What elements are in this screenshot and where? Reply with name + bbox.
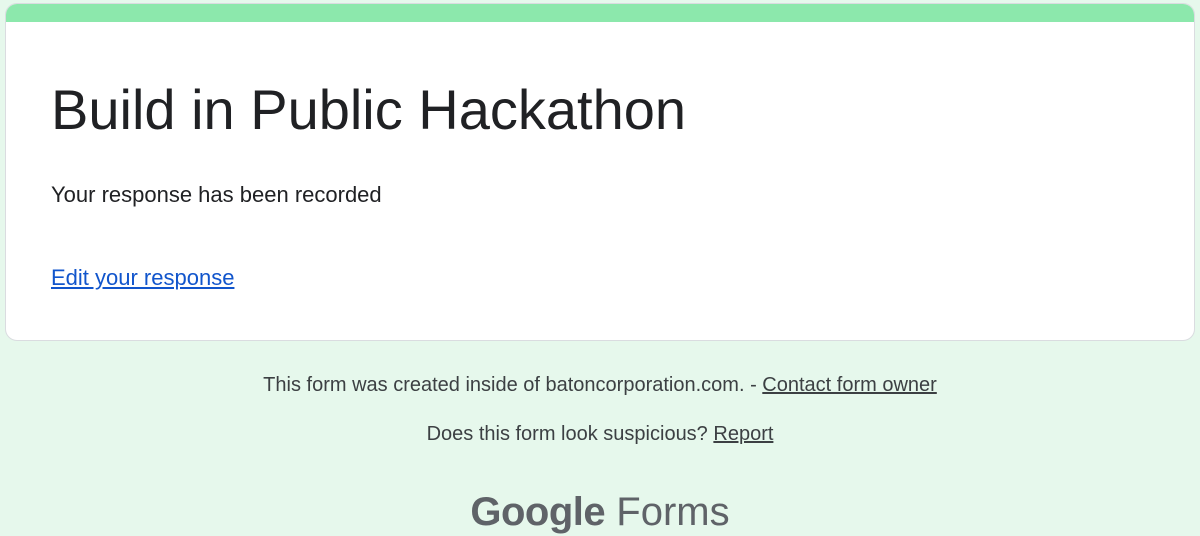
- logo-forms-text: Forms: [616, 490, 730, 534]
- report-link[interactable]: Report: [713, 423, 773, 445]
- form-card: Build in Public Hackathon Your response …: [5, 3, 1195, 341]
- google-forms-logo[interactable]: Google Forms: [0, 488, 1200, 536]
- logo-google-text: Google: [470, 490, 606, 534]
- suspicious-notice: Does this form look suspicious? Report: [0, 420, 1200, 448]
- suspicious-text: Does this form look suspicious?: [426, 423, 714, 445]
- form-title: Build in Public Hackathon: [51, 78, 687, 141]
- created-inside-text: This form was created inside of batoncor…: [263, 374, 763, 396]
- created-inside-notice: This form was created inside of batoncor…: [0, 371, 1200, 399]
- card-accent-bar: [6, 4, 1194, 22]
- contact-form-owner-link[interactable]: Contact form owner: [762, 374, 937, 396]
- confirmation-message: Your response has been recorded: [51, 182, 382, 207]
- edit-response-link[interactable]: Edit your response: [51, 263, 234, 293]
